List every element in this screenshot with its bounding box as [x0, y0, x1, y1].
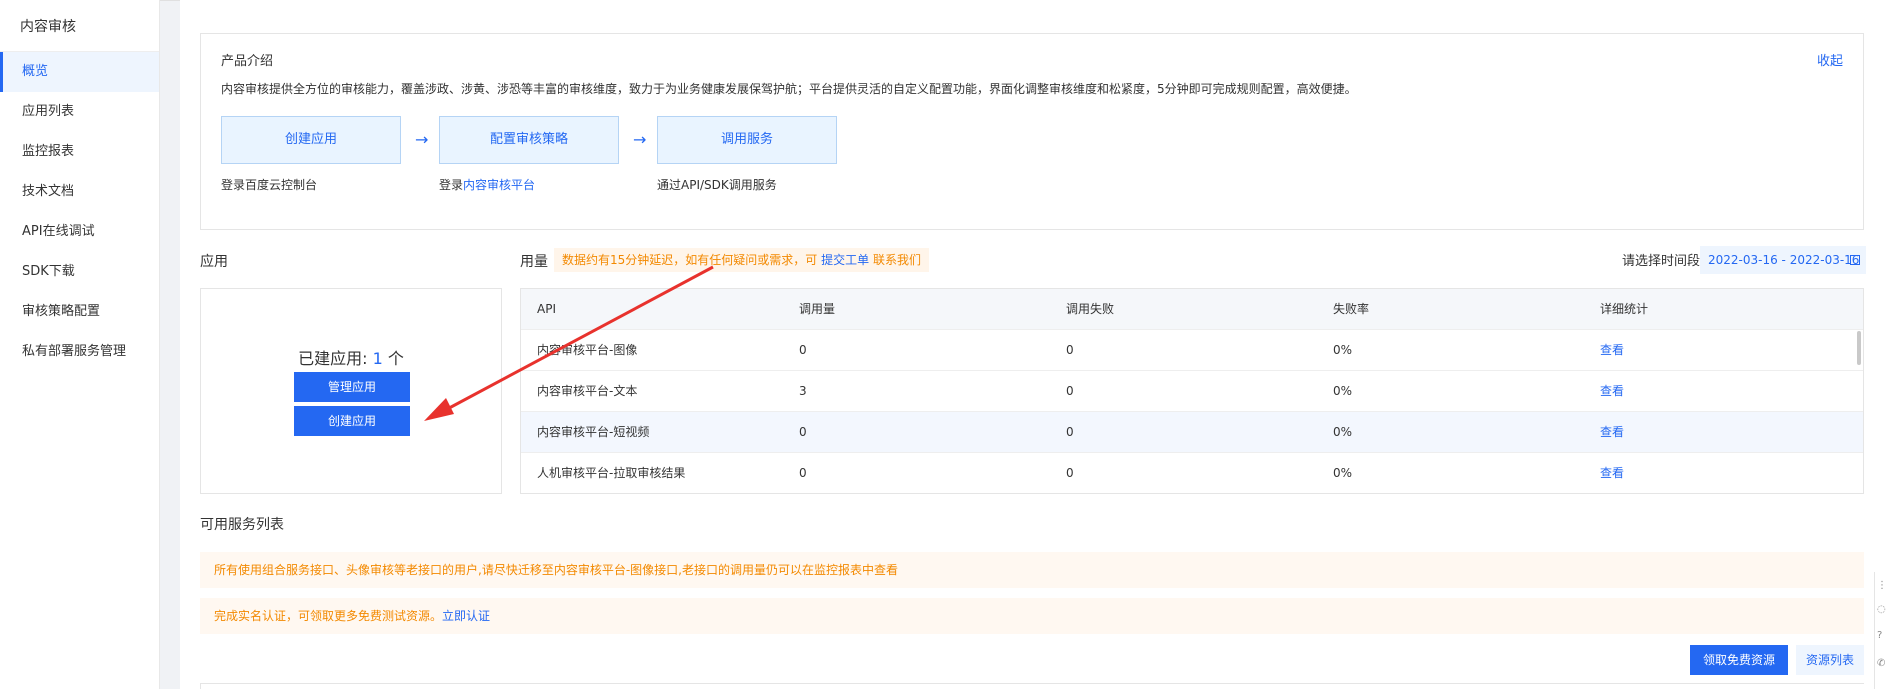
- view-detail-link[interactable]: 查看: [1600, 330, 1624, 371]
- table-row: 内容审核平台-短视频 0 0 0% 查看: [521, 412, 1863, 453]
- cell-api: 内容审核平台-图像: [537, 343, 638, 357]
- step-call-service-desc: 通过API/SDK调用服务: [657, 178, 777, 192]
- table-row: 内容审核平台-文本 3 0 0% 查看: [521, 371, 1863, 412]
- sidebar-item-overview[interactable]: 概览: [0, 52, 159, 92]
- calendar-icon: [1850, 255, 1860, 265]
- cell-failure-rate: 0%: [1333, 384, 1353, 398]
- cell-failed: 0: [1066, 343, 1074, 357]
- sidebar-item-app-list[interactable]: 应用列表: [0, 92, 159, 132]
- cell-calls: 3: [799, 384, 807, 398]
- date-range-value: 2022-03-16 - 2022-03-16: [1708, 253, 1860, 267]
- date-range-label: 请选择时间段: [1622, 254, 1701, 269]
- services-table-edge: [200, 683, 1864, 689]
- created-label: 已建应用:: [298, 349, 373, 368]
- services-section-title: 可用服务列表: [200, 517, 284, 533]
- usage-section-title: 用量: [520, 254, 548, 270]
- sidebar-item-private-deploy[interactable]: 私有部署服务管理: [0, 332, 159, 372]
- verify-now-link[interactable]: 立即认证: [442, 609, 490, 623]
- arrow-right-icon: →: [633, 130, 647, 149]
- cell-failed: 0: [1066, 384, 1074, 398]
- floating-toolbar: ⋮ ◌ ? ✆: [1874, 572, 1886, 689]
- submit-ticket-link[interactable]: 提交工单: [821, 253, 869, 267]
- column-header-calls: 调用量: [799, 302, 836, 316]
- cell-failure-rate: 0%: [1333, 425, 1353, 439]
- cell-calls: 0: [799, 343, 807, 357]
- sidebar-item-sdk-download[interactable]: SDK下载: [0, 252, 159, 292]
- collapse-link[interactable]: 收起: [1817, 50, 1843, 69]
- help-icon[interactable]: ?: [1877, 630, 1882, 641]
- table-row: 人机审核平台-拉取审核结果 0 0 0% 查看: [521, 453, 1863, 493]
- sidebar-item-api-debug[interactable]: API在线调试: [0, 212, 159, 252]
- sidebar-title: 内容审核: [0, 0, 159, 52]
- product-intro-panel: 产品介绍 收起 内容审核提供全方位的审核能力，覆盖涉政、涉黄、涉恐等丰富的审核维…: [200, 33, 1864, 230]
- column-header-detail: 详细统计: [1600, 302, 1649, 316]
- created-app-count: 已建应用: 1 个: [201, 345, 501, 369]
- cell-api: 内容审核平台-文本: [537, 384, 638, 398]
- cell-failed: 0: [1066, 466, 1074, 480]
- tip-suffix: 联系我们: [872, 253, 921, 267]
- manage-app-button[interactable]: 管理应用: [294, 372, 410, 402]
- resource-list-button[interactable]: 资源列表: [1796, 645, 1864, 675]
- step-call-service[interactable]: 调用服务: [657, 116, 837, 164]
- app-summary-card: 已建应用: 1 个 管理应用 创建应用: [200, 288, 502, 494]
- view-detail-link[interactable]: 查看: [1600, 371, 1624, 412]
- view-detail-link[interactable]: 查看: [1600, 453, 1624, 493]
- arrow-right-icon: →: [415, 130, 429, 149]
- created-unit: 个: [382, 349, 404, 368]
- cell-calls: 0: [799, 425, 807, 439]
- step-create-app-desc: 登录百度云控制台: [221, 178, 318, 192]
- cell-failed: 0: [1066, 425, 1074, 439]
- verification-notice: 完成实名认证，可领取更多免费测试资源。立即认证: [200, 598, 1864, 634]
- claim-free-resources-button[interactable]: 领取免费资源: [1690, 645, 1788, 675]
- sidebar-item-tech-docs[interactable]: 技术文档: [0, 172, 159, 212]
- cell-api: 人机审核平台-拉取审核结果: [537, 466, 686, 480]
- step-config-policy[interactable]: 配置审核策略: [439, 116, 619, 164]
- migration-notice: 所有使用组合服务接口、头像审核等老接口的用户,请尽快迁移至内容审核平台-图像接口…: [200, 552, 1864, 588]
- usage-delay-tip: 数据约有15分钟延迟，如有任何疑问或需求，可 提交工单 联系我们: [554, 248, 929, 272]
- column-header-failed: 调用失败: [1066, 302, 1115, 316]
- table-row: 内容审核平台-图像 0 0 0% 查看: [521, 330, 1863, 371]
- cell-api: 内容审核平台-短视频: [537, 425, 650, 439]
- usage-table: API 调用量 调用失败 失败率 详细统计 内容审核平台-图像 0 0 0% 查…: [520, 288, 1864, 494]
- view-detail-link[interactable]: 查看: [1600, 412, 1624, 453]
- grip-icon[interactable]: ⋮: [1877, 580, 1886, 591]
- column-header-failure-rate: 失败率: [1333, 302, 1370, 316]
- apps-section-title: 应用: [200, 254, 228, 270]
- phone-icon[interactable]: ✆: [1877, 658, 1885, 669]
- step-create-app[interactable]: 创建应用: [221, 116, 401, 164]
- created-number: 1: [372, 349, 383, 368]
- intro-description: 内容审核提供全方位的审核能力，覆盖涉政、涉黄、涉恐等丰富的审核维度，致力于为业务…: [221, 82, 1357, 96]
- create-app-button[interactable]: 创建应用: [294, 406, 410, 436]
- step-config-policy-desc: 登录内容审核平台: [439, 176, 535, 193]
- verification-text: 完成实名认证，可领取更多免费测试资源。: [214, 609, 443, 623]
- cell-failure-rate: 0%: [1333, 466, 1353, 480]
- column-header-api: API: [537, 302, 556, 316]
- tip-text: 数据约有15分钟延迟，如有任何疑问或需求，可: [562, 253, 818, 267]
- sidebar-item-monitor-report[interactable]: 监控报表: [0, 132, 159, 172]
- cell-failure-rate: 0%: [1333, 343, 1353, 357]
- step-desc-prefix: 登录: [439, 178, 464, 192]
- sidebar-item-policy-config[interactable]: 审核策略配置: [0, 292, 159, 332]
- sidebar: 内容审核 概览 应用列表 监控报表 技术文档 API在线调试 SDK下载 审核策…: [0, 0, 160, 689]
- table-scrollbar[interactable]: [1857, 331, 1861, 365]
- table-header-row: API 调用量 调用失败 失败率 详细统计: [521, 289, 1863, 330]
- main-content: 产品介绍 收起 内容审核提供全方位的审核能力，覆盖涉政、涉黄、涉恐等丰富的审核维…: [180, 0, 1886, 689]
- message-icon[interactable]: ◌: [1877, 604, 1886, 615]
- intro-title: 产品介绍: [221, 54, 274, 69]
- content-audit-platform-link[interactable]: 内容审核平台: [463, 178, 535, 192]
- cell-calls: 0: [799, 466, 807, 480]
- date-range-picker[interactable]: 2022-03-16 - 2022-03-16: [1700, 246, 1866, 274]
